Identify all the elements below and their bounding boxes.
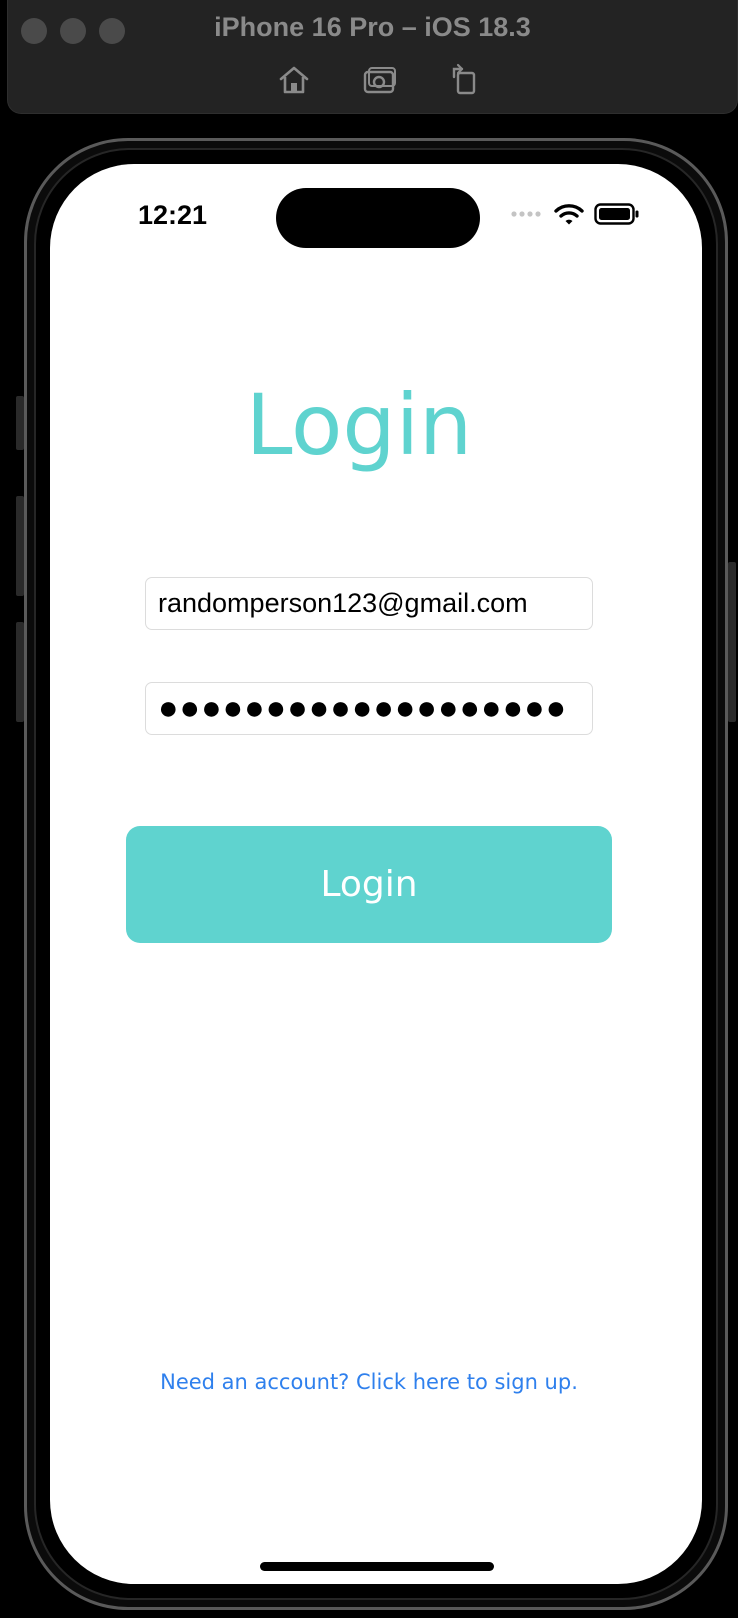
simulator-title-bar: iPhone 16 Pro – iOS 18.3: [7, 0, 738, 114]
email-value: randomperson123@gmail.com: [158, 588, 528, 618]
simulator-title: iPhone 16 Pro – iOS 18.3: [214, 12, 531, 42]
page-title: Login: [245, 376, 473, 474]
login-button-label: Login: [320, 864, 418, 905]
action-button: [16, 396, 24, 450]
signal-dots-icon: [511, 211, 541, 217]
screenshot-button[interactable]: [360, 62, 400, 98]
side-button: [728, 562, 736, 722]
login-button[interactable]: Login: [126, 826, 612, 943]
signup-link[interactable]: Need an account? Click here to sign up.: [50, 1370, 688, 1394]
rotate-button[interactable]: [444, 62, 484, 98]
simulator-root: iPhone 16 Pro – iOS 18.3 12:21 Login ran…: [0, 0, 738, 1618]
screenshot-icon: [363, 67, 396, 94]
battery-icon: [594, 203, 639, 225]
home-button[interactable]: [274, 62, 314, 98]
status-icons: [510, 202, 640, 226]
email-field[interactable]: randomperson123@gmail.com: [145, 577, 593, 630]
home-indicator[interactable]: [260, 1562, 494, 1571]
password-field[interactable]: ●●●●●●●●●●●●●●●●●●●: [145, 682, 593, 735]
rotate-icon: [452, 63, 476, 95]
volume-down-button: [16, 622, 24, 722]
wifi-icon: [554, 204, 584, 225]
home-icon: [279, 66, 309, 94]
dynamic-island: [276, 188, 480, 248]
status-time: 12:21: [138, 200, 208, 230]
password-mask: ●●●●●●●●●●●●●●●●●●●: [158, 689, 568, 727]
volume-up-button: [16, 496, 24, 596]
phone-screen: 12:21 Login randomperson123@gmail.com ●●…: [50, 164, 702, 1584]
